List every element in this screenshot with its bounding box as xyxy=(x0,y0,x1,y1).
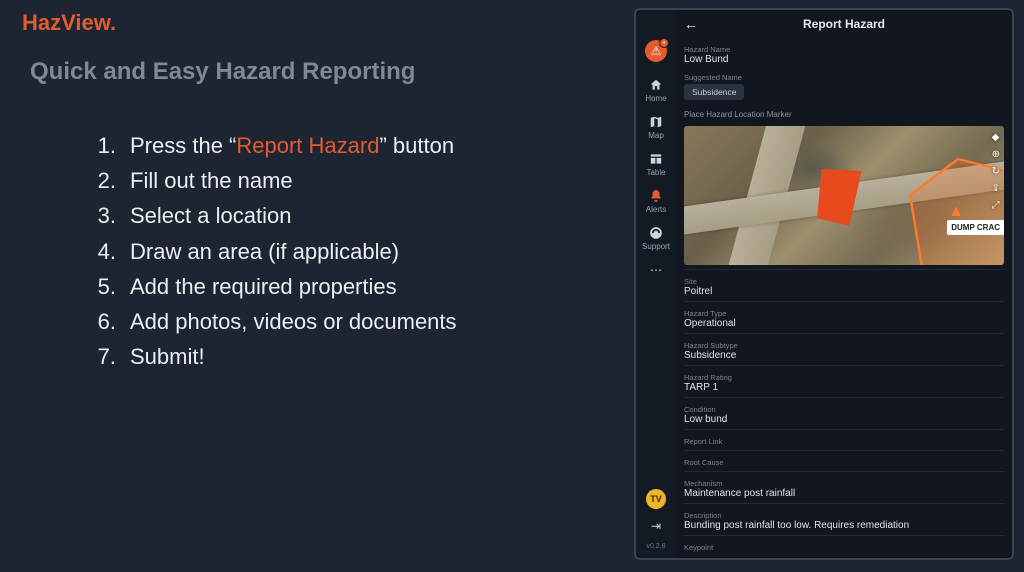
step-7: 7.Submit! xyxy=(90,339,457,374)
sidebar-item-label: Support xyxy=(642,242,670,251)
user-avatar[interactable]: TV xyxy=(646,489,666,509)
map-controls: ◆ ⊕ ↻ ⇪ ⤢ xyxy=(992,132,1000,211)
brand-logo: HazView. xyxy=(22,10,116,36)
step-2: 2.Fill out the name xyxy=(90,163,457,198)
app-device-frame: + Home Map Table Alerts Support ⋯ TV ⇥ xyxy=(634,8,1014,560)
step-3: 3.Select a location xyxy=(90,198,457,233)
app-header: ← Report Hazard xyxy=(676,10,1012,38)
sidebar-item-label: Alerts xyxy=(646,205,666,214)
table-icon xyxy=(649,152,663,166)
map-barrier-overlay xyxy=(815,165,862,226)
step-text-post: ” button xyxy=(379,133,454,158)
sidebar-item-alerts[interactable]: Alerts xyxy=(646,189,666,214)
locate-icon[interactable]: ⊕ xyxy=(992,149,1000,160)
plus-badge-icon: + xyxy=(659,38,669,48)
sidebar-item-label: Table xyxy=(646,168,665,177)
map-icon xyxy=(649,115,663,129)
step-1: 1. Press the “Report Hazard” button xyxy=(90,128,457,163)
home-icon xyxy=(649,78,663,92)
hazard-marker-icon: ▲ xyxy=(948,203,964,221)
sidebar-item-label: Map xyxy=(648,131,664,140)
step-6: 6.Add photos, videos or documents xyxy=(90,304,457,339)
step-highlight: Report Hazard xyxy=(236,133,379,158)
hazard-name-field[interactable]: Low Bund xyxy=(684,54,1004,65)
sidebar-item-label: Home xyxy=(645,94,666,103)
app-sidebar: + Home Map Table Alerts Support ⋯ TV ⇥ xyxy=(636,10,676,558)
step-num: 1. xyxy=(90,128,116,163)
app-main: ← Report Hazard Hazard Name Low Bund Sug… xyxy=(676,10,1012,558)
report-hazard-brand-icon[interactable]: + xyxy=(645,40,667,62)
sidebar-item-more[interactable]: ⋯ xyxy=(650,263,662,277)
hazard-type-field[interactable]: Operational xyxy=(684,318,1004,329)
page-subtitle: Quick and Easy Hazard Reporting xyxy=(30,58,415,86)
app-header-title: Report Hazard xyxy=(803,17,885,31)
hazard-form: Hazard Name Low Bund Suggested Name Subs… xyxy=(676,38,1012,558)
description-field[interactable]: Bunding post rainfall too low. Requires … xyxy=(684,520,1004,531)
map-annotation-label: DUMP CRAC xyxy=(947,220,1004,235)
reset-icon[interactable]: ↻ xyxy=(992,166,1000,177)
hazard-rating-field[interactable]: TARP 1 xyxy=(684,382,1004,393)
mechanism-field[interactable]: Maintenance post rainfall xyxy=(684,488,1004,499)
logout-icon[interactable]: ⇥ xyxy=(651,519,661,533)
hazard-subtype-field[interactable]: Subsidence xyxy=(684,350,1004,361)
support-icon xyxy=(649,226,663,240)
steps-list: 1. Press the “Report Hazard” button 2.Fi… xyxy=(90,128,457,374)
step-4: 4.Draw an area (if applicable) xyxy=(90,234,457,269)
hazard-polygon xyxy=(886,147,1004,265)
sidebar-item-home[interactable]: Home xyxy=(645,78,666,103)
condition-field[interactable]: Low bund xyxy=(684,414,1004,425)
brand-dot: . xyxy=(110,10,116,35)
ellipsis-icon: ⋯ xyxy=(650,263,662,277)
step-5: 5.Add the required properties xyxy=(90,269,457,304)
field-label: Hazard Name xyxy=(684,45,1004,54)
fullscreen-icon[interactable]: ⤢ xyxy=(992,200,1000,211)
map-section-label: Place Hazard Location Marker xyxy=(684,110,1004,119)
sidebar-item-table[interactable]: Table xyxy=(646,152,665,177)
back-icon[interactable]: ← xyxy=(684,16,698,32)
location-map[interactable]: ▲ DUMP CRAC ◆ ⊕ ↻ ⇪ ⤢ xyxy=(684,126,1004,265)
brand-name: HazView xyxy=(22,10,110,35)
site-field[interactable]: Poitrel xyxy=(684,286,1004,297)
step-text-pre: Press the “ xyxy=(130,133,236,158)
app-version: v0.2.8 xyxy=(646,543,665,550)
sidebar-item-map[interactable]: Map xyxy=(648,115,664,140)
layers-icon[interactable]: ◆ xyxy=(992,132,1000,143)
share-icon[interactable]: ⇪ xyxy=(992,183,1000,194)
sidebar-item-support[interactable]: Support xyxy=(642,226,670,251)
bell-icon xyxy=(649,189,663,203)
field-label: Suggested Name xyxy=(684,73,1004,82)
suggested-name-chip[interactable]: Subsidence xyxy=(684,84,744,100)
